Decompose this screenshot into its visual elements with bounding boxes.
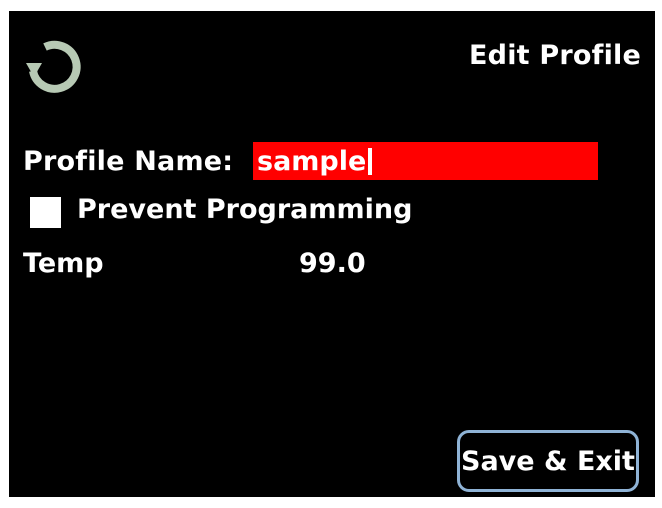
temp-label: Temp (23, 248, 104, 279)
save-exit-button[interactable]: Save & Exit (457, 430, 639, 492)
refresh-back-icon[interactable] (23, 35, 83, 95)
prevent-programming-checkbox[interactable] (30, 197, 61, 228)
prevent-programming-label[interactable]: Prevent Programming (77, 194, 412, 225)
profile-name-row: Profile Name: (23, 142, 233, 180)
temp-value[interactable]: 99.0 (299, 248, 366, 279)
page-title: Edit Profile (469, 40, 641, 71)
text-caret (368, 147, 373, 175)
profile-name-value: sample (257, 145, 367, 177)
profile-name-label: Profile Name: (23, 145, 234, 177)
profile-name-input[interactable]: sample (253, 142, 598, 180)
device-screen: Edit Profile Profile Name: sample Preven… (9, 11, 655, 497)
